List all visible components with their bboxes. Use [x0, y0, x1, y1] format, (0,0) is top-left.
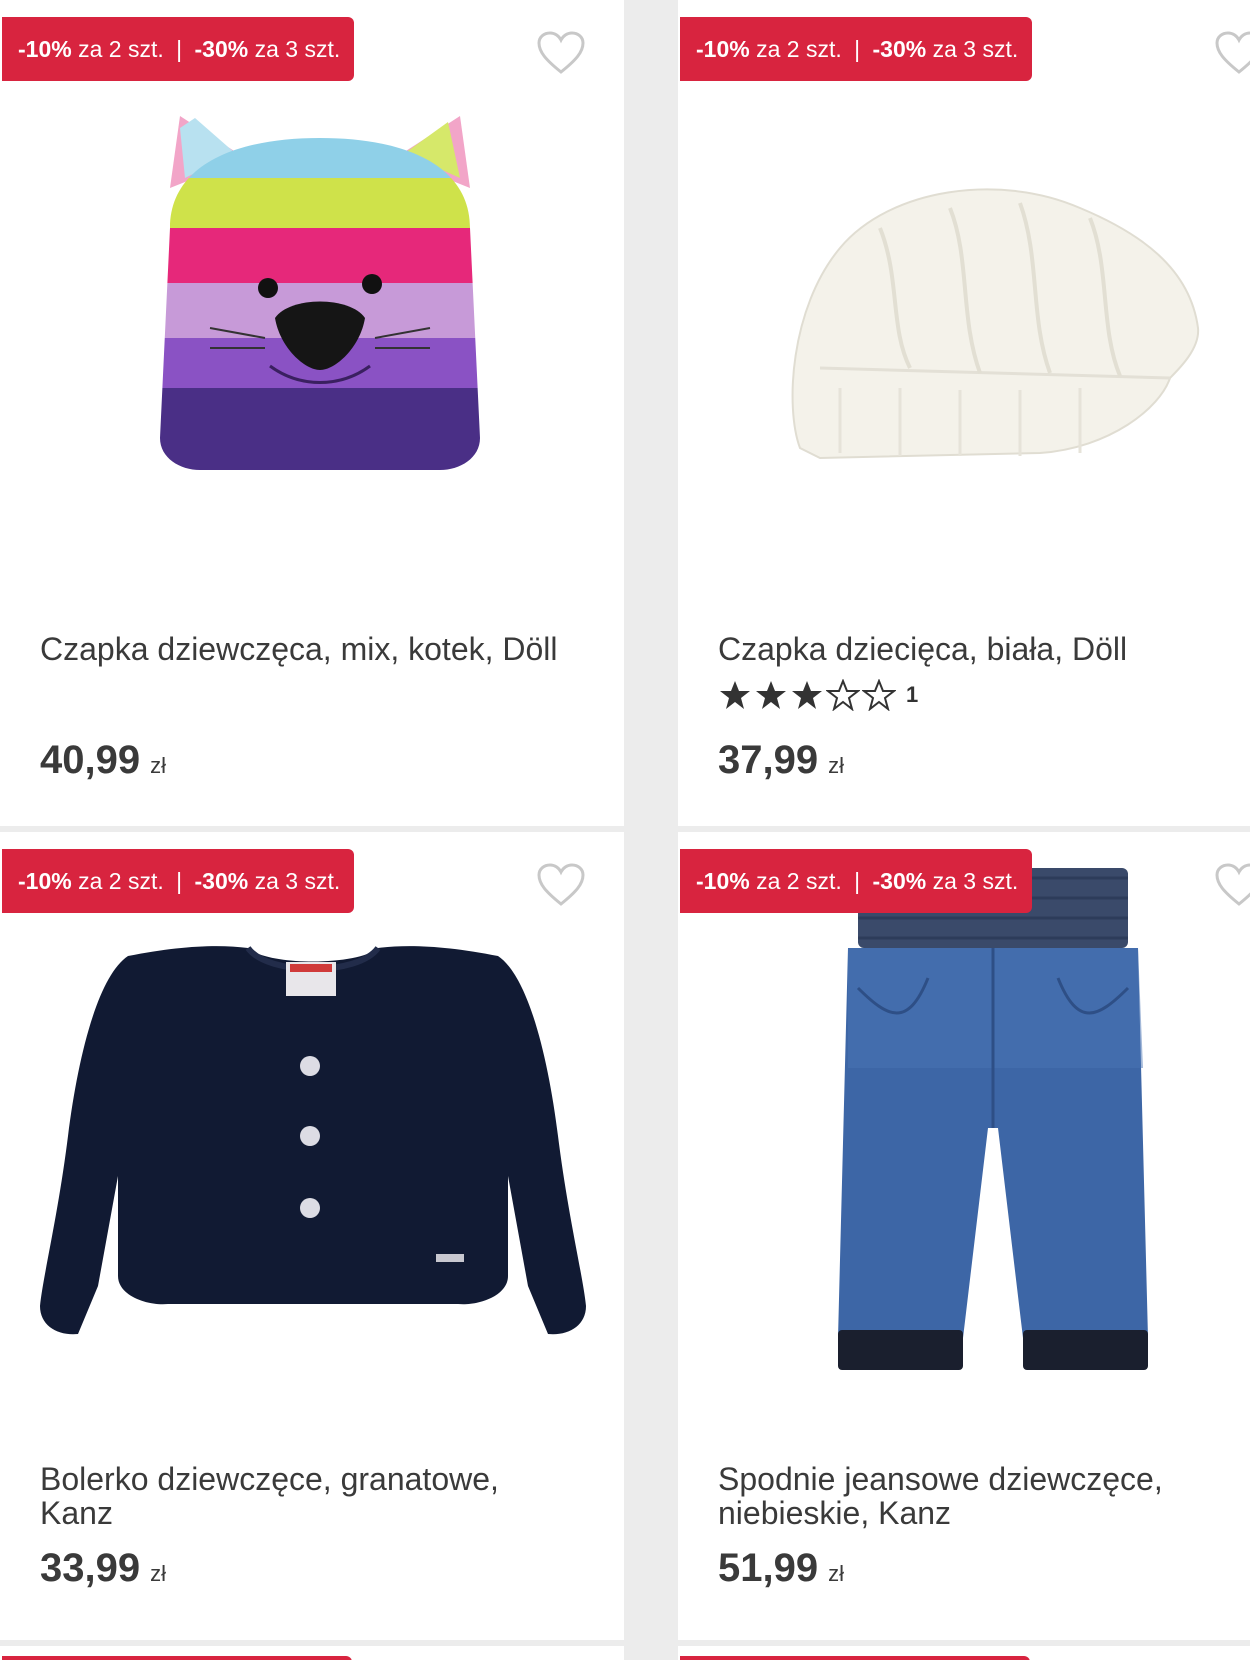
- price-amount: 40,99: [40, 738, 141, 782]
- promo-second-rest: za 3 szt.: [932, 868, 1019, 894]
- promo-badge: -10% za 2 szt. | -30% za 3 szt.: [2, 849, 355, 913]
- product-card-partial[interactable]: [0, 1646, 624, 1660]
- knitted-cat-hat-icon[interactable]: [150, 108, 490, 480]
- product-card[interactable]: -10% za 2 szt. | -30% za 3 szt. Czapka d…: [678, 0, 1250, 826]
- heart-icon[interactable]: [1214, 862, 1250, 908]
- heart-icon[interactable]: [536, 30, 586, 76]
- product-card[interactable]: -10% za 2 szt. | -30% za 3 szt. Bolerko …: [0, 832, 624, 1640]
- product-title[interactable]: Czapka dziecięca, biała, Döll: [718, 632, 1238, 666]
- price-currency: zł: [828, 1561, 844, 1586]
- product-price: 33,99 zł: [40, 1546, 166, 1591]
- promo-first-rest: za 2 szt.: [78, 868, 164, 894]
- promo-first-rest: za 2 szt.: [78, 36, 164, 62]
- product-card-partial[interactable]: [678, 1646, 1250, 1660]
- price-amount: 37,99: [718, 738, 819, 782]
- promo-badge: -10% za 2 szt. | -30% za 3 szt.: [2, 17, 355, 81]
- promo-second-pct: -30%: [872, 868, 927, 894]
- promo-second-pct: -30%: [872, 36, 927, 62]
- product-card[interactable]: -10% za 2 szt. | -30% za 3 szt. Czapka d…: [0, 0, 624, 826]
- product-title[interactable]: Bolerko dziewczęce, granatowe, Kanz: [40, 1462, 560, 1530]
- promo-first-pct: -10%: [696, 36, 750, 62]
- star-rating: 1: [718, 678, 918, 712]
- navy-cardigan-icon[interactable]: [38, 936, 588, 1348]
- product-card[interactable]: -10% za 2 szt. | -30% za 3 szt. Spodnie …: [678, 832, 1250, 1640]
- promo-separator: |: [176, 868, 183, 894]
- price-amount: 33,99: [40, 1546, 141, 1590]
- product-price: 51,99 zł: [718, 1546, 844, 1591]
- price-currency: zł: [150, 753, 166, 778]
- promo-first-rest: za 2 szt.: [756, 36, 842, 62]
- star-filled-icon: [720, 681, 750, 709]
- product-grid: -10% za 2 szt. | -30% za 3 szt. Czapka d…: [0, 0, 1250, 1660]
- white-beanie-icon[interactable]: [780, 168, 1204, 460]
- rating-count: 1: [906, 682, 919, 707]
- denim-pants-icon[interactable]: [828, 868, 1158, 1392]
- promo-first-pct: -10%: [696, 868, 750, 894]
- promo-badge: -10% za 2 szt. | -30% za 3 szt.: [680, 849, 1033, 913]
- heart-icon[interactable]: [536, 862, 586, 908]
- price-currency: zł: [828, 753, 844, 778]
- promo-first-pct: -10%: [18, 36, 72, 62]
- heart-icon[interactable]: [1214, 30, 1250, 76]
- star-filled-icon: [792, 681, 822, 709]
- promo-second-pct: -30%: [194, 36, 249, 62]
- promo-badge: -10% za 2 szt. | -30% za 3 szt.: [680, 17, 1033, 81]
- promo-separator: |: [854, 36, 861, 62]
- product-title[interactable]: Spodnie jeansowe dziewczęce, niebieskie,…: [718, 1462, 1238, 1530]
- promo-second-rest: za 3 szt.: [932, 36, 1019, 62]
- star-empty-icon: [826, 679, 860, 711]
- promo-first-pct: -10%: [18, 868, 72, 894]
- promo-first-rest: za 2 szt.: [756, 868, 842, 894]
- product-title[interactable]: Czapka dziewczęca, mix, kotek, Döll: [40, 632, 560, 666]
- product-price: 37,99 zł: [718, 738, 844, 783]
- promo-second-rest: za 3 szt.: [254, 36, 341, 62]
- promo-second-pct: -30%: [194, 868, 249, 894]
- price-currency: zł: [150, 1561, 166, 1586]
- promo-badge-partial: [2, 1656, 352, 1660]
- promo-second-rest: za 3 szt.: [254, 868, 341, 894]
- promo-separator: |: [854, 868, 861, 894]
- product-price: 40,99 zł: [40, 738, 166, 783]
- star-empty-icon: [862, 679, 896, 711]
- promo-separator: |: [176, 36, 183, 62]
- star-filled-icon: [756, 681, 786, 709]
- promo-badge-partial: [680, 1656, 1030, 1660]
- price-amount: 51,99: [718, 1546, 819, 1590]
